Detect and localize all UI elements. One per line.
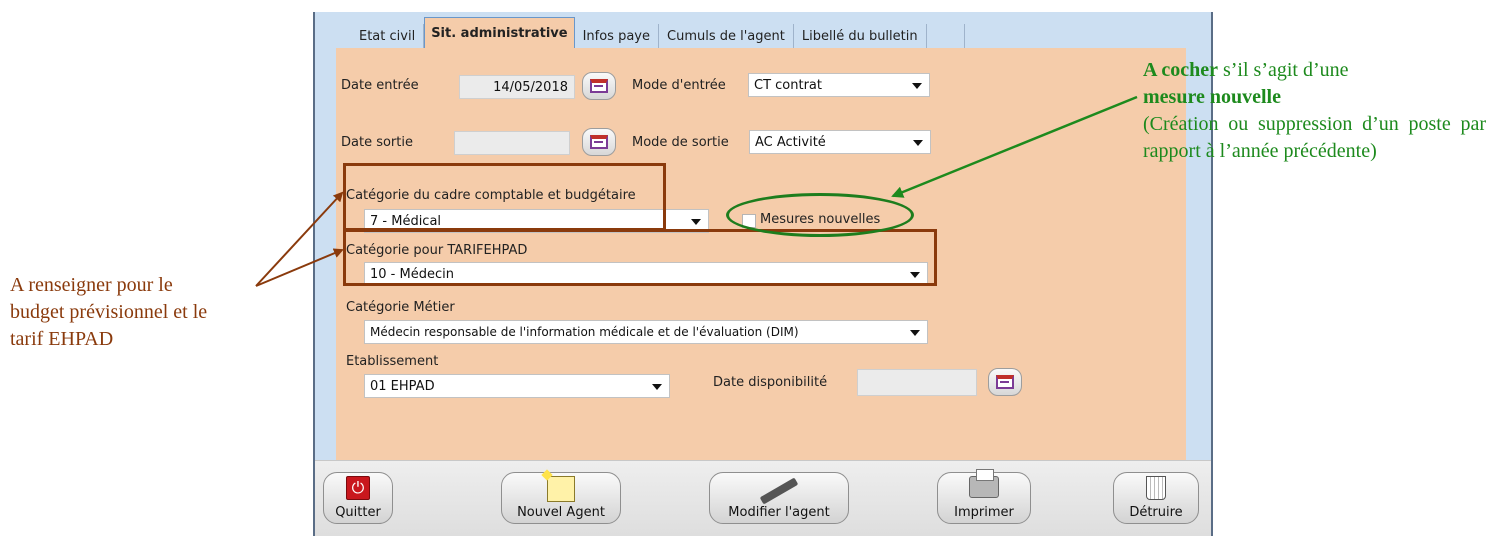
bottom-toolbar: ⏻ Quitter Nouvel Agent Modifier l'agent … — [315, 460, 1211, 536]
mode-sortie-value: AC Activité — [755, 134, 826, 150]
tab-spacer — [927, 24, 965, 48]
new-folder-icon — [547, 476, 575, 502]
mode-entree-label: Mode d'entrée — [632, 78, 726, 93]
printer-icon — [969, 469, 999, 498]
delete-button-label: Détruire — [1129, 505, 1183, 520]
calendar-icon — [996, 375, 1014, 389]
date-sortie-field[interactable] — [454, 131, 570, 155]
left-annotation-line: budget prévisionnel et le — [10, 301, 208, 323]
right-annotation-bold: A cocher — [1143, 59, 1218, 81]
right-annotation-bold: mesure nouvelle — [1143, 86, 1281, 108]
date-entree-calendar-button[interactable] — [582, 72, 616, 100]
cadre-highlight-box — [343, 163, 666, 231]
chevron-down-icon — [913, 140, 923, 146]
power-icon: ⏻ — [346, 476, 370, 500]
edit-agent-button-label: Modifier l'agent — [728, 505, 830, 520]
mesures-highlight-ellipse — [726, 193, 914, 237]
etablissement-select[interactable]: 01 EHPAD — [364, 374, 670, 398]
date-sortie-label: Date sortie — [341, 135, 413, 150]
tarifehpad-highlight-box — [343, 229, 937, 286]
date-sortie-calendar-button[interactable] — [582, 128, 616, 156]
tab-bar: Etat civil Sit. administrative Infos pay… — [351, 17, 965, 48]
date-disponibilite-field[interactable] — [857, 369, 977, 396]
mode-entree-value: CT contrat — [754, 77, 822, 93]
date-entree-label: Date entrée — [341, 78, 419, 93]
calendar-icon — [590, 79, 608, 93]
chevron-down-icon — [910, 330, 920, 336]
tab-libelle-bulletin[interactable]: Libellé du bulletin — [794, 24, 927, 48]
chevron-down-icon — [912, 83, 922, 89]
right-annotation: A cocher s’il s’agit d’une mesure nouvel… — [1143, 57, 1486, 165]
etablissement-value: 01 EHPAD — [370, 378, 435, 394]
mode-sortie-select[interactable]: AC Activité — [749, 130, 931, 154]
left-annotation: A renseigner pour le budget prévisionnel… — [10, 272, 310, 353]
edit-agent-button[interactable]: Modifier l'agent — [709, 472, 849, 524]
quit-button[interactable]: ⏻ Quitter — [323, 472, 393, 524]
pencil-icon — [759, 477, 799, 505]
date-entree-field[interactable]: 14/05/2018 — [459, 75, 575, 99]
etablissement-label: Etablissement — [346, 354, 439, 369]
chevron-down-icon — [652, 384, 662, 390]
tab-infos-paye[interactable]: Infos paye — [575, 24, 659, 48]
chevron-down-icon — [691, 219, 701, 225]
quit-button-label: Quitter — [335, 505, 381, 520]
right-annotation-text: s’il s’agit d’une — [1217, 59, 1349, 81]
print-button-label: Imprimer — [954, 505, 1014, 520]
delete-button[interactable]: Détruire — [1113, 472, 1199, 524]
categorie-metier-label: Catégorie Métier — [346, 300, 455, 315]
new-agent-button[interactable]: Nouvel Agent — [501, 472, 621, 524]
tab-etat-civil[interactable]: Etat civil — [351, 24, 425, 48]
print-button[interactable]: Imprimer — [937, 469, 1031, 524]
categorie-metier-value: Médecin responsable de l'information méd… — [370, 325, 799, 339]
left-annotation-line: tarif EHPAD — [10, 328, 114, 350]
right-annotation-text: (Création ou suppression d’un poste par … — [1143, 113, 1486, 162]
mode-sortie-label: Mode de sortie — [632, 135, 729, 150]
mode-entree-select[interactable]: CT contrat — [748, 73, 930, 97]
tab-cumuls-agent[interactable]: Cumuls de l'agent — [659, 24, 794, 48]
calendar-icon — [590, 135, 608, 149]
date-disponibilite-label: Date disponibilité — [713, 375, 828, 390]
categorie-metier-select[interactable]: Médecin responsable de l'information méd… — [364, 320, 928, 344]
left-annotation-line: A renseigner pour le — [10, 274, 173, 296]
trash-icon — [1146, 476, 1166, 500]
new-agent-button-label: Nouvel Agent — [517, 505, 605, 520]
date-disponibilite-calendar-button[interactable] — [988, 368, 1022, 396]
tab-sit-administrative[interactable]: Sit. administrative — [424, 17, 575, 48]
